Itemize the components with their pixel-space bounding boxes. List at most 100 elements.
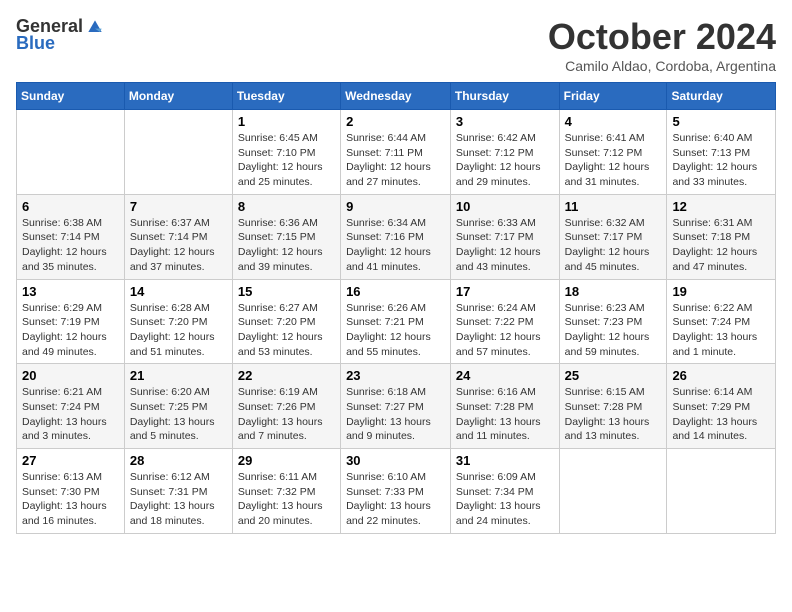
calendar-day-cell: 13 Sunrise: 6:29 AM Sunset: 7:19 PM Dayli… [17,279,125,364]
day-info: Sunrise: 6:28 AM Sunset: 7:20 PM Dayligh… [130,301,227,360]
day-info: Sunrise: 6:42 AM Sunset: 7:12 PM Dayligh… [456,131,554,190]
day-number: 7 [130,199,227,214]
day-info: Sunrise: 6:41 AM Sunset: 7:12 PM Dayligh… [565,131,662,190]
day-number: 13 [22,284,119,299]
day-info: Sunrise: 6:40 AM Sunset: 7:13 PM Dayligh… [672,131,770,190]
day-info: Sunrise: 6:14 AM Sunset: 7:29 PM Dayligh… [672,385,770,444]
day-number: 14 [130,284,227,299]
calendar-week-row: 20Sunrise: 6:21 AM Sunset: 7:24 PM Dayli… [17,364,776,449]
calendar-day-cell: 10 Sunrise: 6:33 AM Sunset: 7:17 PM Dayli… [450,194,559,279]
day-of-week-header: Sunday [17,83,125,110]
day-of-week-header: Wednesday [341,83,451,110]
day-number: 2 [346,114,445,129]
day-number: 21 [130,368,227,383]
day-info: Sunrise: 6:13 AM Sunset: 7:30 PM Dayligh… [22,470,119,529]
day-of-week-header: Saturday [667,83,776,110]
day-number: 17 [456,284,554,299]
day-number: 4 [565,114,662,129]
day-info: Sunrise: 6:16 AM Sunset: 7:28 PM Dayligh… [456,385,554,444]
day-number: 1 [238,114,335,129]
calendar-day-cell: 20Sunrise: 6:21 AM Sunset: 7:24 PM Dayli… [17,364,125,449]
calendar-day-cell: 18Sunrise: 6:23 AM Sunset: 7:23 PM Dayli… [559,279,667,364]
day-info: Sunrise: 6:20 AM Sunset: 7:25 PM Dayligh… [130,385,227,444]
day-number: 8 [238,199,335,214]
day-info: Sunrise: 6:09 AM Sunset: 7:34 PM Dayligh… [456,470,554,529]
day-info: Sunrise: 6:31 AM Sunset: 7:18 PM Dayligh… [672,216,770,275]
day-number: 18 [565,284,662,299]
day-number: 9 [346,199,445,214]
day-number: 24 [456,368,554,383]
day-of-week-header: Thursday [450,83,559,110]
day-info: Sunrise: 6:32 AM Sunset: 7:17 PM Dayligh… [565,216,662,275]
calendar-day-cell: 2 Sunrise: 6:44 AM Sunset: 7:11 PM Daylig… [341,110,451,195]
calendar-day-cell: 27 Sunrise: 6:13 AM Sunset: 7:30 PM Dayli… [17,449,125,534]
day-info: Sunrise: 6:12 AM Sunset: 7:31 PM Dayligh… [130,470,227,529]
calendar-header-row: SundayMondayTuesdayWednesdayThursdayFrid… [17,83,776,110]
calendar-day-cell: 14 Sunrise: 6:28 AM Sunset: 7:20 PM Dayli… [124,279,232,364]
day-number: 20 [22,368,119,383]
calendar-day-cell: 28 Sunrise: 6:12 AM Sunset: 7:31 PM Dayli… [124,449,232,534]
calendar-day-cell: 5 Sunrise: 6:40 AM Sunset: 7:13 PM Daylig… [667,110,776,195]
calendar-day-cell: 3 Sunrise: 6:42 AM Sunset: 7:12 PM Daylig… [450,110,559,195]
calendar-day-cell: 15 Sunrise: 6:27 AM Sunset: 7:20 PM Dayli… [232,279,340,364]
month-title: October 2024 [548,16,776,58]
calendar-day-cell: 8Sunrise: 6:36 AM Sunset: 7:15 PM Daylig… [232,194,340,279]
calendar-day-cell: 24 Sunrise: 6:16 AM Sunset: 7:28 PM Dayli… [450,364,559,449]
calendar-week-row: 6Sunrise: 6:38 AM Sunset: 7:14 PM Daylig… [17,194,776,279]
day-of-week-header: Tuesday [232,83,340,110]
day-info: Sunrise: 6:44 AM Sunset: 7:11 PM Dayligh… [346,131,445,190]
day-number: 25 [565,368,662,383]
calendar-week-row: 1 Sunrise: 6:45 AM Sunset: 7:10 PM Daylig… [17,110,776,195]
day-info: Sunrise: 6:15 AM Sunset: 7:28 PM Dayligh… [565,385,662,444]
calendar-day-cell: 9 Sunrise: 6:34 AM Sunset: 7:16 PM Daylig… [341,194,451,279]
calendar-day-cell: 16Sunrise: 6:26 AM Sunset: 7:21 PM Dayli… [341,279,451,364]
calendar-week-row: 27 Sunrise: 6:13 AM Sunset: 7:30 PM Dayli… [17,449,776,534]
day-info: Sunrise: 6:18 AM Sunset: 7:27 PM Dayligh… [346,385,445,444]
day-number: 15 [238,284,335,299]
calendar-day-cell [124,110,232,195]
day-info: Sunrise: 6:38 AM Sunset: 7:14 PM Dayligh… [22,216,119,275]
day-number: 16 [346,284,445,299]
day-number: 22 [238,368,335,383]
logo: General Blue [16,16,105,54]
calendar-day-cell: 29Sunrise: 6:11 AM Sunset: 7:32 PM Dayli… [232,449,340,534]
calendar-day-cell: 11 Sunrise: 6:32 AM Sunset: 7:17 PM Dayli… [559,194,667,279]
day-number: 10 [456,199,554,214]
calendar-table: SundayMondayTuesdayWednesdayThursdayFrid… [16,82,776,534]
day-info: Sunrise: 6:29 AM Sunset: 7:19 PM Dayligh… [22,301,119,360]
calendar-day-cell: 22 Sunrise: 6:19 AM Sunset: 7:26 PM Dayli… [232,364,340,449]
logo-icon [85,17,105,37]
day-info: Sunrise: 6:34 AM Sunset: 7:16 PM Dayligh… [346,216,445,275]
calendar-day-cell: 21 Sunrise: 6:20 AM Sunset: 7:25 PM Dayli… [124,364,232,449]
day-number: 12 [672,199,770,214]
calendar-week-row: 13 Sunrise: 6:29 AM Sunset: 7:19 PM Dayli… [17,279,776,364]
calendar-day-cell: 23 Sunrise: 6:18 AM Sunset: 7:27 PM Dayli… [341,364,451,449]
day-info: Sunrise: 6:33 AM Sunset: 7:17 PM Dayligh… [456,216,554,275]
day-number: 31 [456,453,554,468]
day-number: 26 [672,368,770,383]
calendar-day-cell: 6Sunrise: 6:38 AM Sunset: 7:14 PM Daylig… [17,194,125,279]
calendar-day-cell: 1 Sunrise: 6:45 AM Sunset: 7:10 PM Daylig… [232,110,340,195]
day-info: Sunrise: 6:45 AM Sunset: 7:10 PM Dayligh… [238,131,335,190]
day-number: 11 [565,199,662,214]
calendar-day-cell: 7Sunrise: 6:37 AM Sunset: 7:14 PM Daylig… [124,194,232,279]
day-number: 5 [672,114,770,129]
calendar-day-cell: 25 Sunrise: 6:15 AM Sunset: 7:28 PM Dayli… [559,364,667,449]
calendar-day-cell: 12 Sunrise: 6:31 AM Sunset: 7:18 PM Dayli… [667,194,776,279]
calendar-day-cell: 26 Sunrise: 6:14 AM Sunset: 7:29 PM Dayli… [667,364,776,449]
day-of-week-header: Friday [559,83,667,110]
day-number: 27 [22,453,119,468]
day-info: Sunrise: 6:19 AM Sunset: 7:26 PM Dayligh… [238,385,335,444]
day-number: 23 [346,368,445,383]
day-info: Sunrise: 6:24 AM Sunset: 7:22 PM Dayligh… [456,301,554,360]
day-number: 3 [456,114,554,129]
day-info: Sunrise: 6:27 AM Sunset: 7:20 PM Dayligh… [238,301,335,360]
day-number: 28 [130,453,227,468]
page-header: General Blue October 2024 Camilo Aldao, … [16,16,776,74]
day-info: Sunrise: 6:22 AM Sunset: 7:24 PM Dayligh… [672,301,770,360]
location-subtitle: Camilo Aldao, Cordoba, Argentina [548,58,776,74]
calendar-day-cell: 30Sunrise: 6:10 AM Sunset: 7:33 PM Dayli… [341,449,451,534]
calendar-day-cell [667,449,776,534]
day-info: Sunrise: 6:10 AM Sunset: 7:33 PM Dayligh… [346,470,445,529]
day-info: Sunrise: 6:11 AM Sunset: 7:32 PM Dayligh… [238,470,335,529]
